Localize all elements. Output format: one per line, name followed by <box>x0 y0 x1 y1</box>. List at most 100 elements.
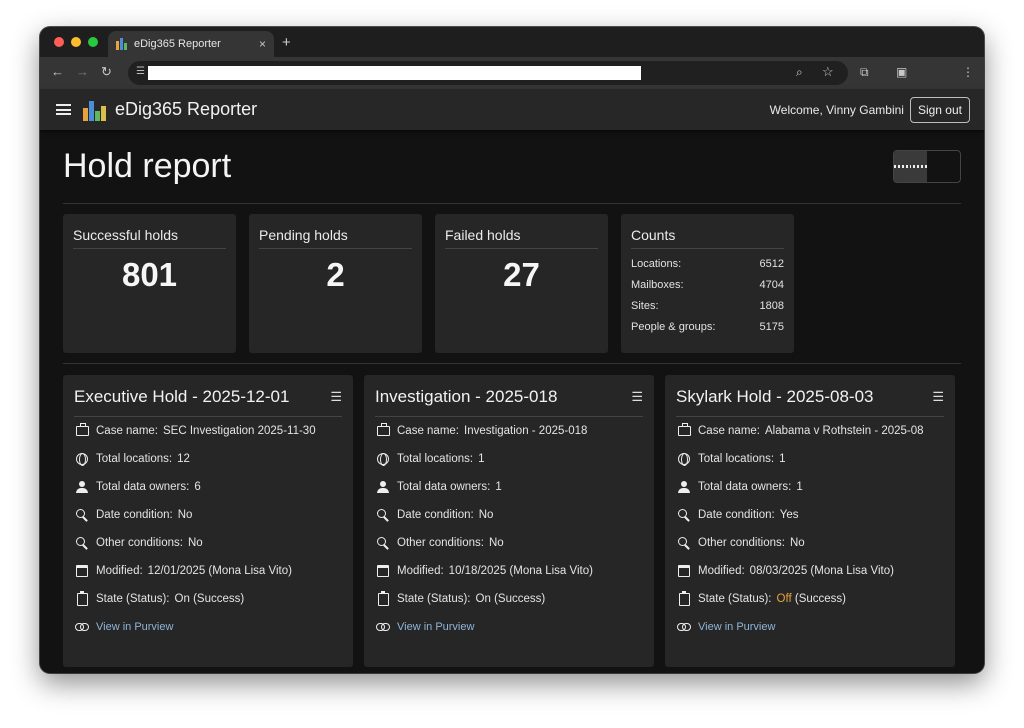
state-row: State (Status): On (Success) <box>74 585 342 613</box>
person-icon <box>377 481 389 493</box>
clipboard-icon <box>678 590 690 606</box>
field-label: Total data owners: <box>96 481 190 493</box>
stat-value: 27 <box>503 256 540 293</box>
status-value: (Success) <box>494 593 546 605</box>
search-icon <box>678 537 690 549</box>
modified-value: 10/18/2025 (Mona Lisa Vito) <box>448 565 593 577</box>
browser-tab[interactable]: eDig365 Reporter × <box>108 31 274 57</box>
zoom-icon[interactable]: ⌕ <box>796 65 803 80</box>
total-locations-row: Total locations: 1 <box>375 445 643 473</box>
field-label: Modified: <box>698 565 745 577</box>
stat-label: Successful holds <box>73 227 226 249</box>
grid-icon <box>894 151 928 182</box>
back-icon[interactable]: ← <box>51 64 64 79</box>
state-row: State (Status): Off (Success) <box>676 585 944 613</box>
person-icon <box>678 481 690 493</box>
hold-card: Skylark Hold - 2025-08-03 ☰ Case name: Al… <box>665 375 955 667</box>
count-label: Mailboxes: <box>631 279 684 291</box>
app-favicon-icon <box>116 38 128 50</box>
extensions-icon[interactable]: ⧉ <box>860 65 869 80</box>
list-view-button[interactable] <box>927 151 960 182</box>
case-name-row: Case name: Investigation - 2025-018 <box>375 417 643 445</box>
state-value: On <box>475 593 491 605</box>
hold-card: Executive Hold - 2025-12-01 ☰ Case name:… <box>63 375 353 667</box>
case-name-row: Case name: Alabama v Rothstein - 2025-08 <box>676 417 944 445</box>
view-in-purview-link[interactable]: View in Purview <box>397 621 474 633</box>
modified-row: Modified: 08/03/2025 (Mona Lisa Vito) <box>676 557 944 585</box>
main-content: Hold report Successful holds 801 Pending… <box>40 130 984 667</box>
field-label: Other conditions: <box>698 537 785 549</box>
total-locations-value: 12 <box>177 453 190 465</box>
stat-label: Pending holds <box>259 227 412 249</box>
total-locations-value: 1 <box>478 453 485 465</box>
date-condition-value: No <box>177 509 193 521</box>
globe-icon <box>678 453 690 466</box>
field-label: State (Status): <box>96 593 170 605</box>
playlist-remove-icon[interactable]: ☰ <box>932 389 944 405</box>
view-in-purview-link[interactable]: View in Purview <box>96 621 173 633</box>
field-label: Total data owners: <box>698 481 792 493</box>
briefcase-icon <box>75 423 89 436</box>
tab-close-icon[interactable]: × <box>259 37 266 51</box>
link-icon <box>75 623 89 631</box>
site-settings-icon[interactable]: ☰ <box>136 66 145 77</box>
reload-icon[interactable]: ↻ <box>101 64 112 80</box>
other-conditions-row: Other conditions: No <box>676 529 944 557</box>
sidebar-icon[interactable]: ▣ <box>896 65 907 79</box>
data-owners-row: Total data owners: 6 <box>74 473 342 501</box>
stat-label: Failed holds <box>445 227 598 249</box>
view-toggle <box>893 150 961 183</box>
minimize-window-button[interactable] <box>71 37 81 47</box>
case-name-row: Case name: SEC Investigation 2025-11-30 <box>74 417 342 445</box>
maximize-window-button[interactable] <box>88 37 98 47</box>
other-conditions-row: Other conditions: No <box>74 529 342 557</box>
hold-title: Skylark Hold - 2025-08-03 <box>676 387 874 406</box>
browser-menu-icon[interactable]: ⋮ <box>962 65 974 79</box>
hold-cards: Executive Hold - 2025-12-01 ☰ Case name:… <box>63 364 961 667</box>
address-bar[interactable]: ☰ ⌕ ☆ <box>128 61 848 85</box>
date-condition-row: Date condition: No <box>74 501 342 529</box>
app-bar: eDig365 Reporter Welcome, Vinny Gambini … <box>40 89 984 130</box>
data-owners-value: 1 <box>495 481 502 493</box>
view-in-purview-link[interactable]: View in Purview <box>698 621 775 633</box>
purview-link-row: View in Purview <box>375 613 643 641</box>
stats-row: Successful holds 801 Pending holds 2 Fai… <box>63 204 961 364</box>
count-label: Sites: <box>631 300 659 312</box>
briefcase-icon <box>376 423 390 436</box>
playlist-remove-icon[interactable]: ☰ <box>330 389 342 405</box>
app-logo-icon <box>83 99 107 121</box>
count-label: Locations: <box>631 258 682 270</box>
data-owners-value: 6 <box>194 481 201 493</box>
field-label: Modified: <box>96 565 143 577</box>
field-label: Date condition: <box>397 509 474 521</box>
purview-link-row: View in Purview <box>676 613 944 641</box>
stat-value: 801 <box>121 256 178 293</box>
browser-tabstrip: eDig365 Reporter × + <box>40 27 984 57</box>
window-controls <box>54 37 98 47</box>
hold-title: Investigation - 2025-018 <box>375 387 558 406</box>
case-name-value: Investigation - 2025-018 <box>464 425 588 437</box>
hold-card: Investigation - 2025-018 ☰ Case name: Inv… <box>364 375 654 667</box>
field-label: Case name: <box>96 425 159 437</box>
sign-out-button[interactable]: Sign out <box>909 96 970 123</box>
url-field[interactable] <box>148 66 641 80</box>
data-owners-row: Total data owners: 1 <box>676 473 944 501</box>
menu-icon[interactable] <box>56 104 71 115</box>
other-conditions-value: No <box>488 537 504 549</box>
close-window-button[interactable] <box>54 37 64 47</box>
count-value: 1808 <box>759 300 784 312</box>
field-label: Other conditions: <box>397 537 484 549</box>
bookmark-star-icon[interactable]: ☆ <box>822 64 834 80</box>
new-tab-button[interactable]: + <box>282 34 291 51</box>
forward-icon[interactable]: → <box>76 64 89 79</box>
status-value: (Success) <box>794 593 846 605</box>
grid-view-button[interactable] <box>894 151 928 182</box>
playlist-remove-icon[interactable]: ☰ <box>631 389 643 405</box>
other-conditions-value: No <box>789 537 805 549</box>
counts-card: Counts Locations: 6512 Mailboxes: 4704 S… <box>621 214 794 353</box>
case-name-value: SEC Investigation 2025-11-30 <box>163 425 316 437</box>
app-container: eDig365 Reporter Welcome, Vinny Gambini … <box>40 89 984 673</box>
data-owners-value: 1 <box>796 481 803 493</box>
successful-holds-card: Successful holds 801 <box>63 214 236 353</box>
person-icon <box>76 481 88 493</box>
